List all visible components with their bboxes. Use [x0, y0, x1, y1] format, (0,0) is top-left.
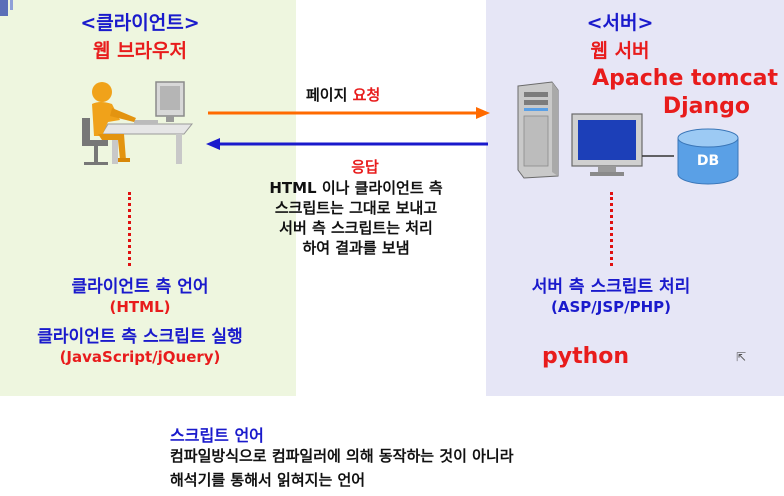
response-description: HTML 이나 클라이언트 측 스크립트는 그대로 보내고 서버 측 스크립트는…: [236, 178, 476, 258]
db-label: DB: [696, 153, 720, 169]
request-arrow: [208, 105, 490, 121]
response-label: 응답: [351, 158, 379, 176]
server-heading: <서버>: [586, 12, 654, 34]
request-label-prefix: 페이지: [306, 86, 348, 104]
request-label: 페이지 요청: [306, 84, 466, 105]
slide-corner-mark: [0, 0, 8, 16]
response-line-4: 하여 결과를 보냄: [302, 239, 410, 257]
mouse-pointer-icon: ⇱: [736, 350, 747, 364]
server-script-label: 서버 측 스크립트 처리: [531, 277, 691, 297]
client-heading: <클라이언트>: [80, 12, 200, 34]
footer-title: 스크립트 언어: [170, 426, 264, 445]
person-at-computer-icon: [68, 70, 198, 170]
client-title: 웹 브라우저: [92, 40, 187, 62]
server-tower-icon: [514, 80, 684, 180]
server-dotted-connector: [610, 192, 613, 266]
client-script-label: 클라이언트 측 스크립트 실행: [37, 327, 243, 347]
request-label-highlight: 요청: [352, 86, 381, 104]
client-language-value: (HTML): [109, 298, 171, 316]
footer-line-2: 해석기를 통해서 읽혀지는 언어: [170, 471, 366, 489]
footer-line-1: 컴파일방식으로 컴파일러에 의해 동작하는 것이 아니라: [170, 447, 514, 465]
server-python-label: python: [542, 344, 630, 369]
response-arrow: [206, 136, 488, 152]
slide-corner-mark-2: [10, 0, 13, 10]
response-line-3: 서버 측 스크립트는 처리: [279, 219, 433, 237]
server-title: 웹 서버: [590, 40, 650, 62]
response-line-1: HTML 이나 클라이언트 측: [269, 179, 443, 197]
client-script-value: (JavaScript/jQuery): [59, 348, 221, 366]
response-line-2: 스크립트는 그대로 보내고: [274, 199, 438, 217]
server-script-value: (ASP/JSP/PHP): [551, 298, 671, 316]
client-dotted-connector: [128, 192, 131, 266]
client-language-label: 클라이언트 측 언어: [71, 277, 209, 297]
